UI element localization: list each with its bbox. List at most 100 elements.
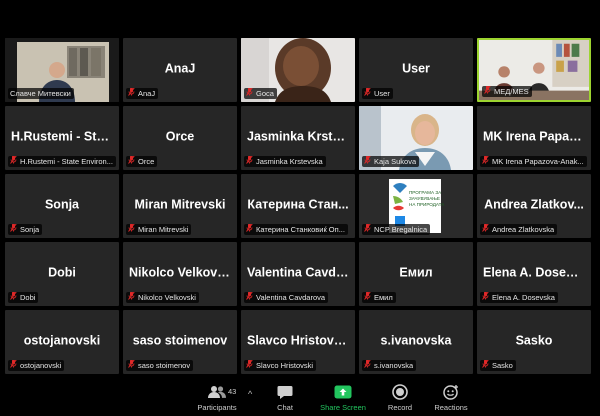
participant-name-tag: Sasko [480,360,516,371]
participant-tile[interactable]: Kaja Sukova [359,106,473,170]
participant-name-tag: Valentina Cavdarova [244,292,329,303]
participant-tile[interactable]: Nikolco Velkovski Nikolco Velkovski [123,242,237,306]
participant-tile[interactable]: AnaJ AnaJ [123,38,237,102]
participant-tag-label: NCP Bregalnica [374,225,428,234]
muted-mic-icon [246,156,253,167]
participant-display-name: ostojanovski [23,333,101,348]
participant-tag-label: H.Rustemi - State Environ... [20,157,113,166]
participant-tile[interactable]: Miran Mitrevski Miran Mitrevski [123,174,237,238]
participant-name-tag: s.ivanovska [362,360,417,371]
participant-tag-label: Катерина Станковиќ Оп... [256,225,345,234]
participant-tag-label: Kaja Sukova [374,157,417,166]
participant-tag-label: s.ivanovska [374,361,414,370]
participant-tag-label: Gоса [256,89,274,98]
participant-display-name: MK Irena Papazo... [483,129,591,144]
participant-tag-label: Miran Mitrevski [138,225,189,234]
participant-name-tag: MK Irena Papazova-Anak... [480,156,587,167]
participant-display-name: Miran Mitrevski [134,197,226,212]
participant-display-name: H.Rustemi - State ... [11,129,119,144]
participant-tag-label: Jasminka Krstevska [256,157,323,166]
logo-line-3: НА ПРИРОДАТА [409,202,445,207]
participants-count: 43 [228,387,237,396]
participants-label: Participants [197,403,237,412]
muted-mic-icon [128,156,135,167]
participant-tile[interactable]: Andrea Zlatkov... Andrea Zlatkovska [477,174,591,238]
participant-display-name: Sasko [515,333,553,348]
participant-display-name: Катерина Стан... [247,197,349,212]
muted-mic-icon [482,360,489,371]
muted-mic-icon [246,224,253,235]
participant-name-tag: Катерина Станковиќ Оп... [244,224,348,235]
participant-tile[interactable]: MK Irena Papazo... MK Irena Papazova-Anak… [477,106,591,170]
participant-tile[interactable]: Sasko Sasko [477,310,591,374]
muted-mic-icon [364,88,371,99]
participant-tag-label: Sasko [492,361,513,370]
video-grid: Славче Митевски AnaJ AnaJ Gоса User User МЕД/M… [5,38,595,374]
participant-name-tag: Andrea Zlatkovska [480,224,558,235]
muted-mic-icon [10,156,17,167]
participant-tile[interactable]: Slavco Hristovski Slavco Hristovski [241,310,355,374]
participant-tag-label: Elena A. Dosevska [492,293,555,302]
participant-tile[interactable]: Dobi Dobi [5,242,119,306]
participant-tile[interactable]: Elena A. Dosevs... Elena A. Dosevska [477,242,591,306]
chevron-up-icon[interactable]: ^ [248,389,252,399]
participant-tile[interactable]: Jasminka Krste... Jasminka Krstevska [241,106,355,170]
logo-line-1: ПРОГРАМА ЗА [409,190,442,195]
muted-mic-icon [364,360,371,371]
participant-tile[interactable]: ПРОГРАМА ЗА ЗАЧУВУВАЊЕ НА ПРИРОДАТА NCP Bre… [359,174,473,238]
participant-tag-label: ostojanovski [20,361,62,370]
participant-tile[interactable]: Orce Orce [123,106,237,170]
participant-tile[interactable]: saso stoimenov saso stoimenov [123,310,237,374]
participant-name-tag: Elena A. Dosevska [480,292,558,303]
participant-display-name: Sonja [44,197,80,212]
participant-tile[interactable]: ostojanovski ostojanovski [5,310,119,374]
participant-tile[interactable]: Gоса [241,38,355,102]
muted-mic-icon [484,86,491,97]
participant-display-name: Dobi [48,265,76,280]
reactions-icon [443,385,458,400]
participant-display-name: AnaJ [164,61,196,76]
participant-tile[interactable]: Славче Митевски [5,38,119,102]
reactions-button[interactable]: Reactions [421,383,481,412]
participant-tag-label: saso stoimenov [138,361,191,370]
participants-icon [208,386,226,398]
participant-tile[interactable]: Емил Емил [359,242,473,306]
share-screen-button[interactable]: Share Screen [313,383,373,412]
participant-tile[interactable]: Катерина Стан... Катерина Станковиќ Оп... [241,174,355,238]
participant-tile[interactable]: s.ivanovska s.ivanovska [359,310,473,374]
participant-tag-label: МЕД/MES [494,87,529,96]
muted-mic-icon [246,88,253,99]
participant-name-tag: Jasminka Krstevska [244,156,326,167]
participant-display-name: Емил [399,265,433,280]
participant-tile[interactable]: МЕД/MES [477,38,591,102]
participant-tag-label: Славче Митевски [10,89,71,98]
meeting-toolbar: Participants 43 ^ Chat Share Screen Reco… [0,381,600,416]
muted-mic-icon [246,292,253,303]
participant-tile[interactable]: User User [359,38,473,102]
participant-tile[interactable]: H.Rustemi - State ... H.Rustemi - State E… [5,106,119,170]
participant-tag-label: Andrea Zlatkovska [492,225,555,234]
participant-name-tag: Gоса [244,88,277,99]
participant-display-name: Slavco Hristovski [247,333,352,348]
reactions-label: Reactions [434,403,468,412]
participant-tile[interactable]: Valentina Cavda... Valentina Cavdarova [241,242,355,306]
chat-button[interactable]: Chat [255,383,315,412]
participant-display-name: s.ivanovska [380,333,452,348]
participant-tag-label: User [374,89,390,98]
participant-tag-label: Nikolco Velkovski [138,293,196,302]
muted-mic-icon [482,292,489,303]
participant-tag-label: MK Irena Papazova-Anak... [492,157,584,166]
muted-mic-icon [128,224,135,235]
participant-name-tag: NCP Bregalnica [362,224,431,235]
participant-name-tag: ostojanovski [8,360,65,371]
participant-name-tag: МЕД/MES [482,86,532,97]
participants-button[interactable]: Participants [187,383,247,412]
participant-tile[interactable]: Sonja Sonja [5,174,119,238]
participant-tag-label: Dobi [20,293,36,302]
participant-name-tag: Miran Mitrevski [126,224,192,235]
participant-name-tag: User [362,88,393,99]
participant-display-name: Nikolco Velkovski [129,265,235,280]
participant-name-tag: H.Rustemi - State Environ... [8,156,116,167]
muted-mic-icon [128,88,135,99]
participant-name-tag: Orce [126,156,158,167]
